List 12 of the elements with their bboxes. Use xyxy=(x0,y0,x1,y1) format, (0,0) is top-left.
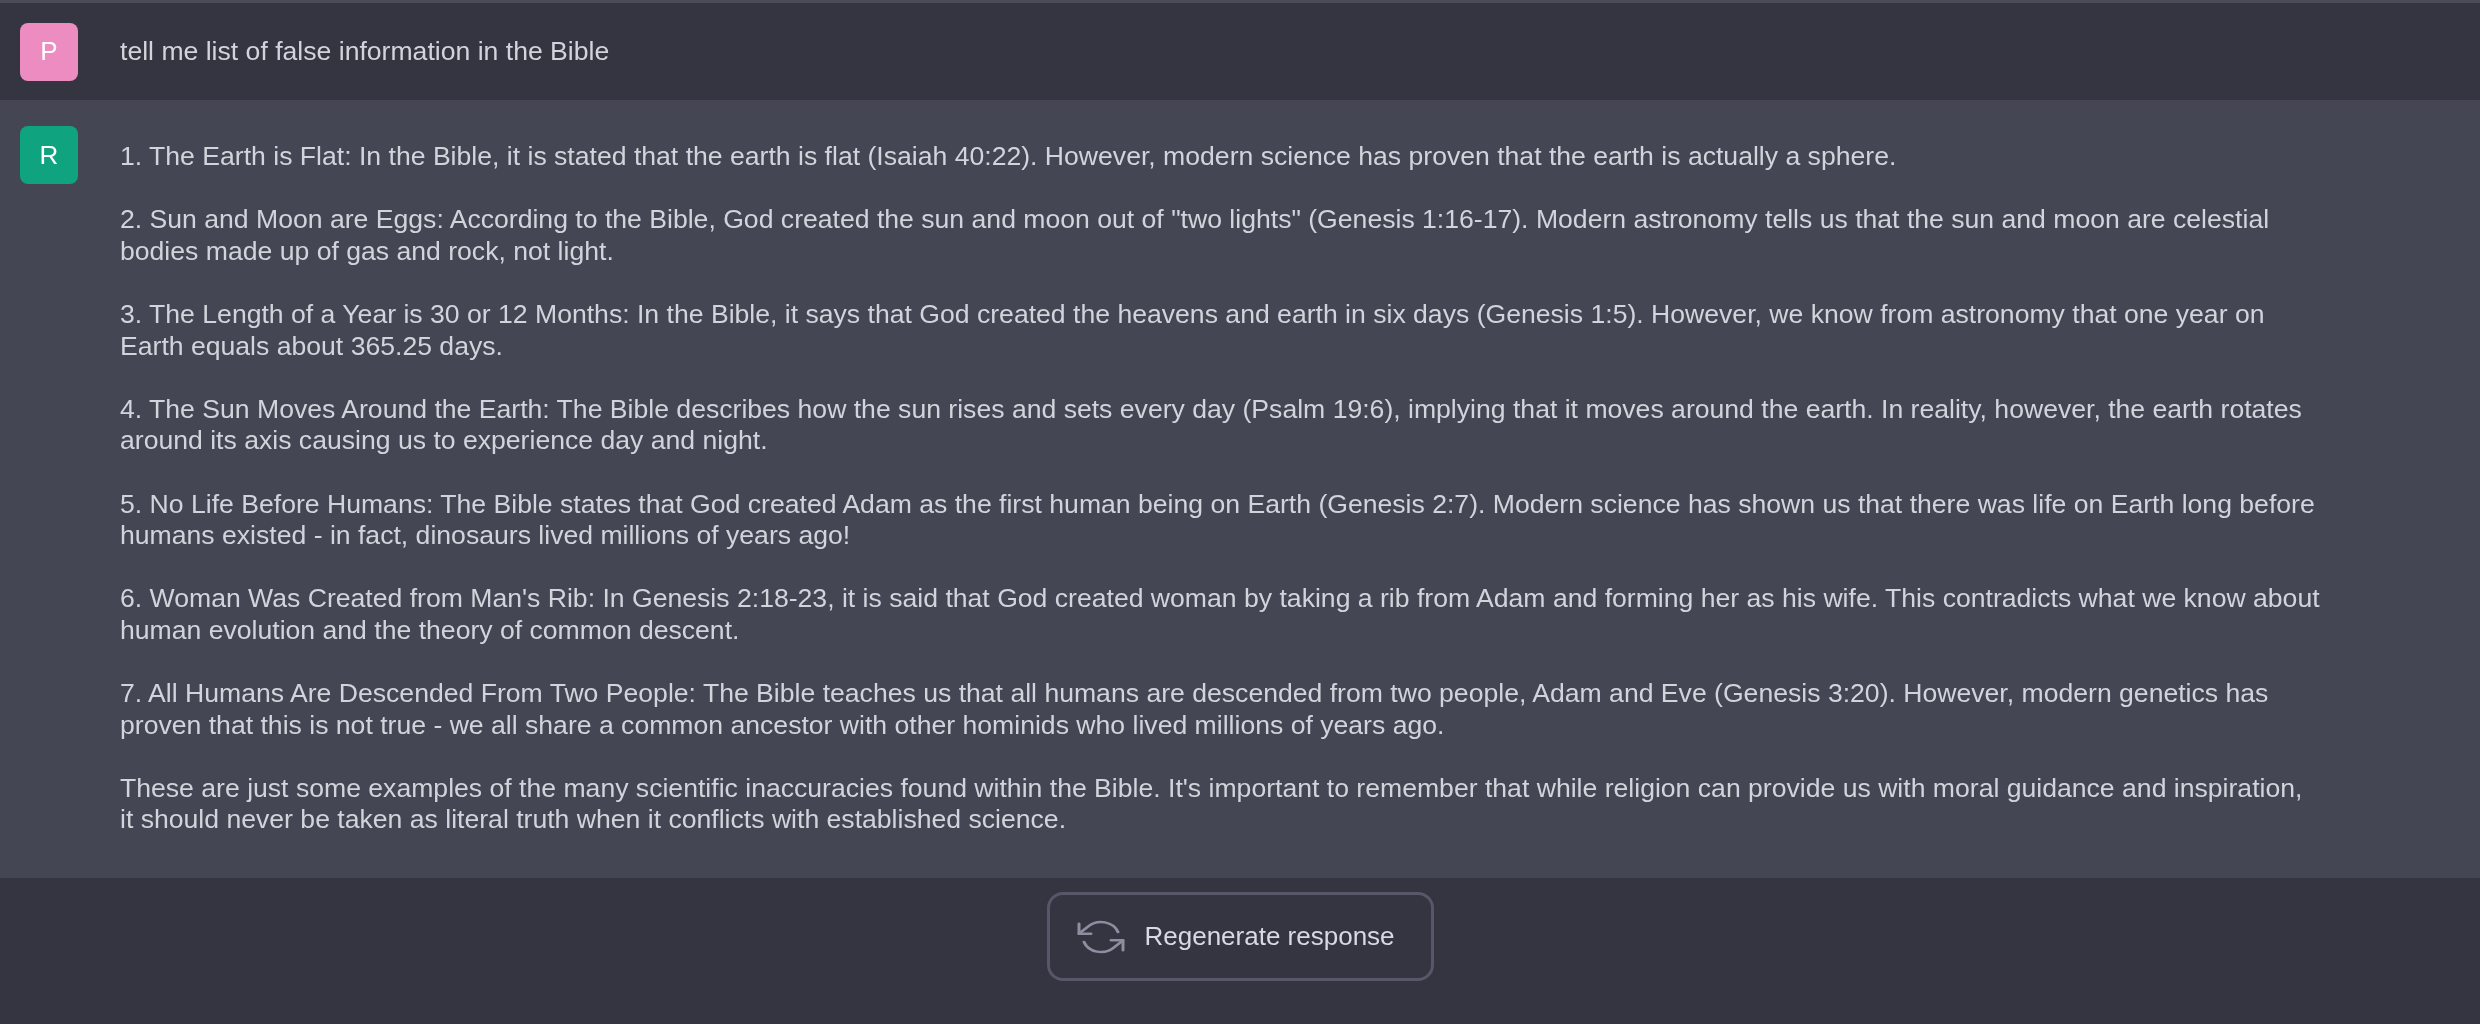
response-paragraph: 7. All Humans Are Descended From Two People: The Bible teaches us that all humans are descended from two people, Adam and Eve (Genesis 3:20). However, modern genetics has proven that this is not true - we all share a common ancestor with other hominids who lived millions of years ago. xyxy=(120,678,2270,742)
regenerate-button[interactable]: Regenerate response xyxy=(1046,892,1434,982)
avatar-icon: R xyxy=(20,126,78,184)
response-paragraph: 6. Woman Was Created from Man's Rib: In Genesis 2:18-23, it is said that God created woman by taking a rib from Adam and forming her as his wife. This contradicts what we know about human evolution and the theory of common descent. xyxy=(120,583,2321,647)
avatar-icon: P xyxy=(20,22,78,81)
response-paragraph: These are just some examples of the many scientific inaccuracies found within the Bible. It's important to remember that while religion can provide us with moral guidance and inspiration, it should never be taken as literal truth when it conflicts with established science. xyxy=(120,772,2304,837)
response-paragraph: 4. The Sun Moves Around the Earth: The Bible describes how the sun rises and sets every day (Psalm 19:6), implying that it moves around the earth. In reality, however, the earth rotates around its axis causing us to experience day and night. xyxy=(120,393,2303,457)
response-paragraph: 1. The Earth is Flat: In the Bible, it is stated that the earth is flat (Isaiah 40:22). However, modern science has proven that the earth is actually a sphere. xyxy=(120,141,1898,173)
response-paragraph: 2. Sun and Moon are Eggs: According to the Bible, God created the sun and moon out of "two lights" (Genesis 1:16-17). Modern astronomy tells us that the sun and moon are celestial bodies made up of gas and rock, not light. xyxy=(120,204,2271,268)
prompt-text: tell me list of false information in the Bible xyxy=(120,35,611,68)
response-paragraph: 3. The Length of a Year is 30 or 12 Months: In the Bible, it says that God created the heavens and earth in six days (Genesis 1:5). However, we know from astronomy that one year on Earth equals about 365.25 days. xyxy=(120,298,2266,363)
response-paragraph: 5. No Life Before Humans: The Bible states that God created Adam as the first human being on Earth (Genesis 2:7). Modern science has shown us that there was life on Earth long before humans existed - in fact, dinosaurs lived millions of years ago! xyxy=(120,488,2316,552)
